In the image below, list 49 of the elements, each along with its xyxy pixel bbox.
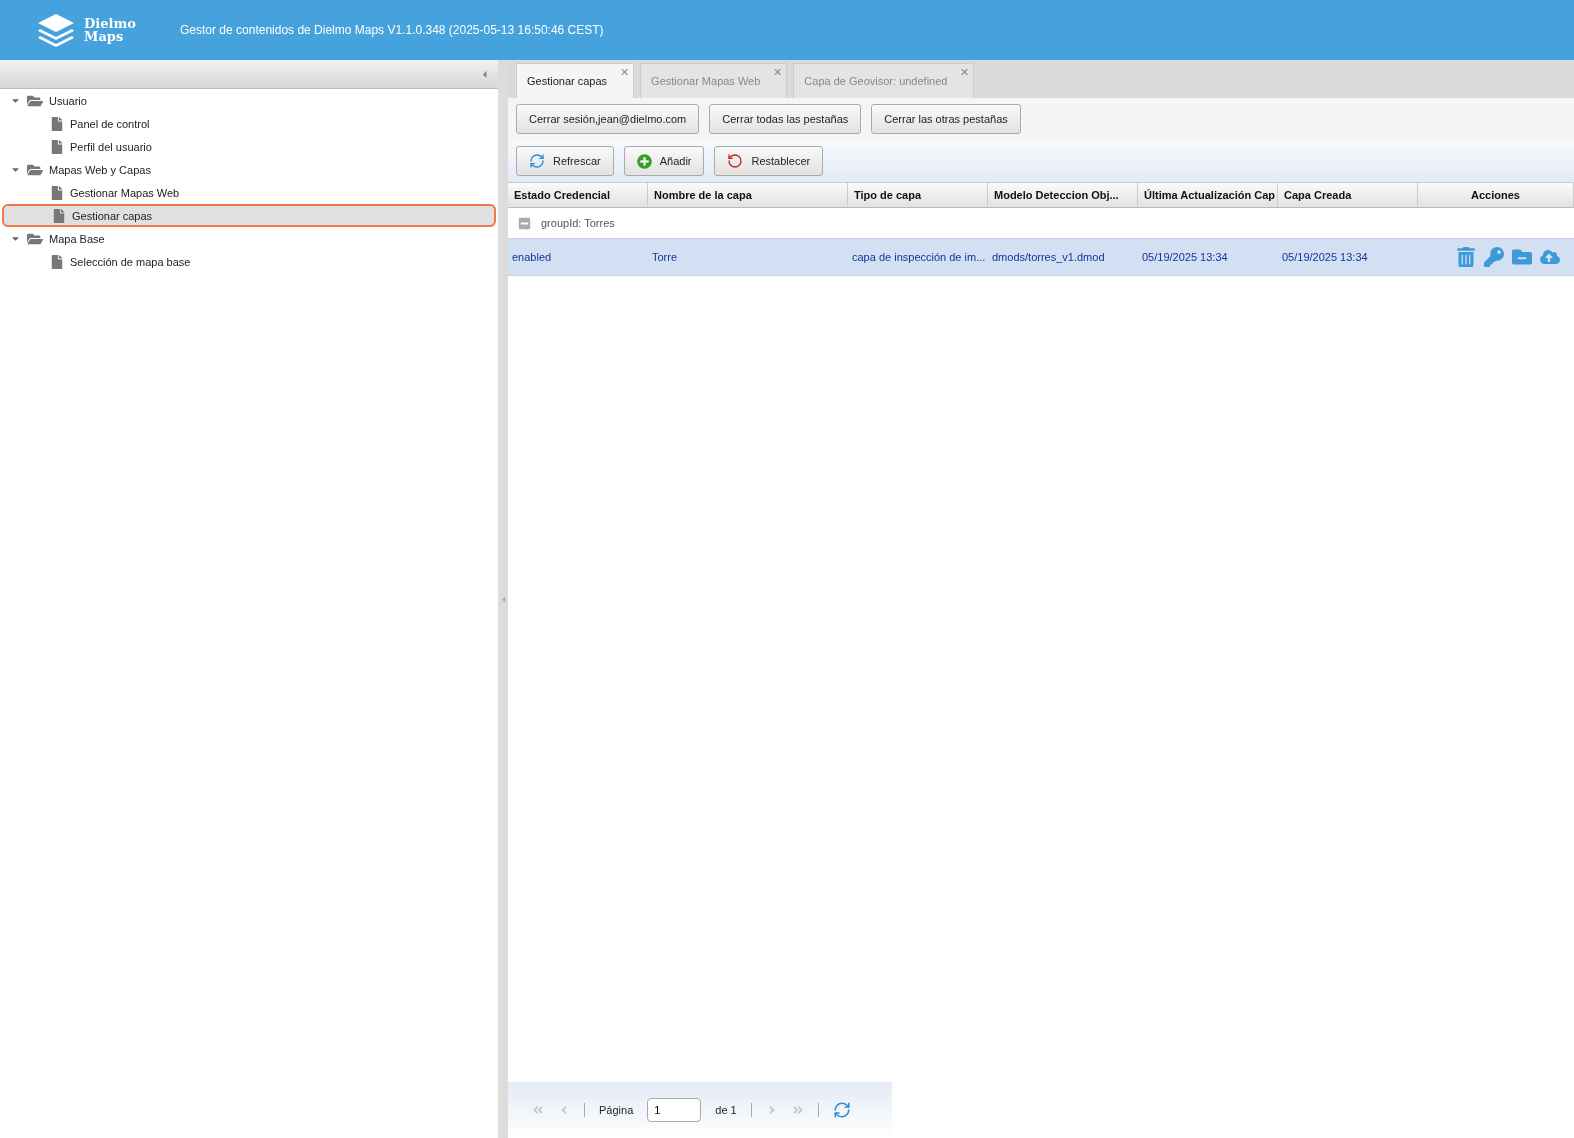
reset-icon <box>727 153 744 169</box>
file-icon <box>52 208 66 223</box>
file-icon <box>50 116 64 131</box>
collapse-icon <box>518 216 531 230</box>
column-header[interactable]: Nombre de la capa <box>648 182 848 208</box>
page-count: de 1 <box>715 1104 737 1116</box>
tree-item[interactable]: Selección de mapa base <box>0 250 498 273</box>
toolbar-button[interactable]: Añadir <box>623 146 705 176</box>
column-header[interactable]: Tipo de capa <box>848 182 988 208</box>
last-page-icon[interactable] <box>791 1104 804 1116</box>
page-label: Página <box>599 1104 634 1116</box>
tree-item[interactable]: Gestionar Mapas Web <box>0 181 498 204</box>
column-header[interactable]: Estado Credencial <box>508 182 648 208</box>
tree-item[interactable]: Perfil del usuario <box>0 135 498 158</box>
tab[interactable]: Gestionar capas ✕ <box>516 63 635 98</box>
session-button[interactable]: Cerrar sesión,jean@dielmo.com <box>516 104 700 134</box>
table-cell: capa de inspección de im... <box>848 239 988 276</box>
column-header[interactable]: Capa Creada <box>1278 182 1418 208</box>
plus-icon <box>636 153 652 169</box>
file-icon <box>50 254 64 269</box>
upload-icon[interactable] <box>1540 247 1560 267</box>
app-title: Gestor de contenidos de Dielmo Maps V1.1.0.348 (2025-05-13 16:50:46 CEST) <box>180 23 604 37</box>
toolbar-button[interactable]: Restablecer <box>714 146 824 176</box>
trash-icon[interactable] <box>1456 247 1476 267</box>
refresh-icon[interactable] <box>832 1101 851 1119</box>
key-icon[interactable] <box>1484 247 1504 267</box>
table-cell: dmods/torres_v1.dmod <box>988 239 1138 276</box>
folder-icon[interactable] <box>1512 247 1532 267</box>
session-button[interactable]: Cerrar todas las pestañas <box>709 104 862 134</box>
file-icon <box>50 139 64 154</box>
tree-item[interactable]: Mapas Web y Capas <box>0 158 498 181</box>
column-header[interactable]: Modelo Deteccion Obj... <box>988 182 1138 208</box>
tree-item[interactable]: Panel de control <box>0 112 498 135</box>
column-header[interactable]: Acciones <box>1418 182 1574 208</box>
table-cell: 05/19/2025 13:34 <box>1278 239 1418 276</box>
layers-logo-icon <box>36 12 76 48</box>
table-cell: 05/19/2025 13:34 <box>1138 239 1278 276</box>
page-input[interactable]: 1 <box>647 1098 702 1122</box>
column-header[interactable]: Última Actualización Cap <box>1138 182 1278 208</box>
tree-item[interactable]: Usuario <box>0 89 498 112</box>
tree-item[interactable]: Gestionar capas <box>2 204 496 227</box>
file-icon <box>50 185 64 200</box>
tree-item[interactable]: Mapa Base <box>0 227 498 250</box>
table-cell: Torre <box>648 239 848 276</box>
toolbar-button[interactable]: Refrescar <box>516 146 614 176</box>
session-button[interactable]: Cerrar las otras pestañas <box>871 104 1021 134</box>
table-cell: enabled <box>508 239 648 276</box>
refresh-icon <box>529 153 545 169</box>
logo-text: Dielmo Maps <box>84 17 136 43</box>
